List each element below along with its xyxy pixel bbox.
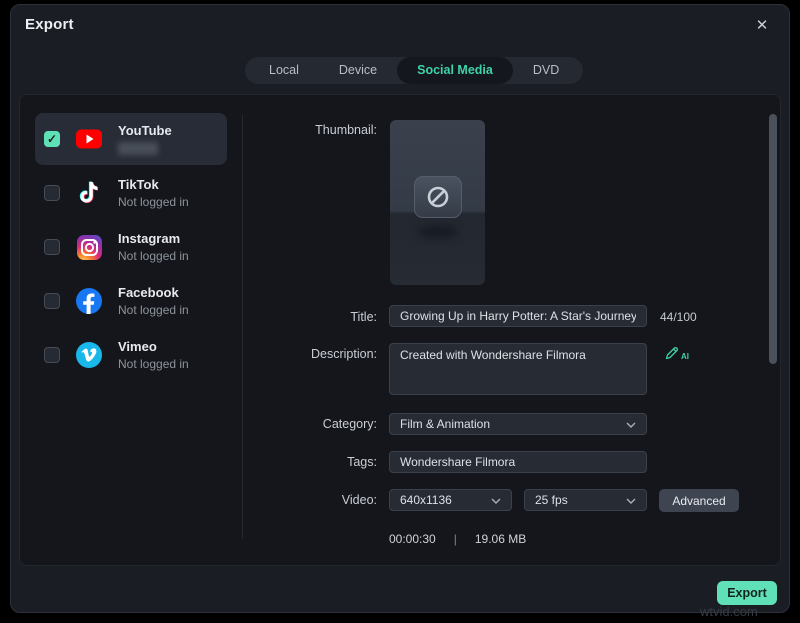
tags-label: Tags: [250, 455, 377, 469]
video-label: Video: [250, 493, 377, 507]
platform-status: Not logged in [118, 303, 189, 318]
platform-row-youtube[interactable]: ✓ YouTube [35, 113, 227, 165]
scrollbar-thumb[interactable] [769, 114, 777, 364]
vimeo-icon [75, 341, 103, 369]
platform-row-tiktok[interactable]: TikTok Not logged in [35, 167, 227, 219]
export-button[interactable]: Export [717, 581, 777, 605]
platform-status: Not logged in [118, 357, 189, 372]
tags-input[interactable] [389, 451, 647, 473]
chevron-down-icon [626, 493, 636, 507]
vimeo-checkbox[interactable] [44, 347, 60, 363]
youtube-username-blurred [118, 142, 158, 155]
title-char-counter: 44/100 [660, 310, 697, 324]
title-input[interactable] [389, 305, 647, 327]
platform-name: YouTube [118, 123, 172, 139]
advanced-button[interactable]: Advanced [659, 489, 739, 512]
close-icon[interactable]: ✕ [751, 15, 773, 37]
tab-local[interactable]: Local [249, 57, 319, 84]
platform-name: Facebook [118, 285, 189, 301]
no-thumbnail-icon [414, 176, 462, 218]
category-value: Film & Animation [400, 417, 490, 431]
youtube-checkbox[interactable]: ✓ [44, 131, 60, 147]
dialog-title: Export [25, 16, 74, 33]
duration-value: 00:00:30 [389, 532, 436, 546]
filesize-value: 19.06 MB [475, 532, 526, 546]
description-label: Description: [250, 347, 377, 361]
platform-row-instagram[interactable]: Instagram Not logged in [35, 221, 227, 273]
category-label: Category: [250, 417, 377, 431]
thumbnail-label: Thumbnail: [250, 123, 377, 137]
thumbnail-preview[interactable] [390, 120, 485, 285]
output-info: 00:00:30 | 19.06 MB [389, 532, 526, 546]
instagram-checkbox[interactable] [44, 239, 60, 255]
tiktok-icon [75, 179, 103, 207]
resolution-select[interactable]: 640x1136 [389, 489, 512, 511]
platform-row-facebook[interactable]: Facebook Not logged in [35, 275, 227, 327]
category-select[interactable]: Film & Animation [389, 413, 647, 435]
info-separator: | [454, 532, 457, 546]
panel-divider [242, 115, 243, 539]
instagram-icon [75, 233, 103, 261]
platform-name: TikTok [118, 177, 189, 193]
tab-dvd[interactable]: DVD [513, 57, 579, 84]
tab-social-media[interactable]: Social Media [397, 57, 513, 84]
watermark-text: wtvid.com [700, 604, 758, 619]
ai-badge-text: AI [681, 352, 689, 361]
thumbnail-reflection [418, 225, 458, 239]
chevron-down-icon [491, 493, 501, 507]
platform-status: Not logged in [118, 195, 189, 210]
platform-name: Vimeo [118, 339, 189, 355]
platform-row-vimeo[interactable]: Vimeo Not logged in [35, 329, 227, 381]
ai-edit-icon[interactable]: AI [664, 345, 689, 361]
fps-select[interactable]: 25 fps [524, 489, 647, 511]
resolution-value: 640x1136 [400, 493, 452, 507]
facebook-checkbox[interactable] [44, 293, 60, 309]
tiktok-checkbox[interactable] [44, 185, 60, 201]
fps-value: 25 fps [535, 493, 568, 507]
export-target-tabs: Local Device Social Media DVD [245, 57, 583, 84]
chevron-down-icon [626, 417, 636, 431]
tab-device[interactable]: Device [319, 57, 397, 84]
description-textarea[interactable]: Created with Wondershare Filmora [389, 343, 647, 395]
youtube-icon [75, 125, 103, 153]
title-label: Title: [250, 310, 377, 324]
facebook-icon [75, 287, 103, 315]
social-media-panel: ✓ YouTube TikTok Not logged in [19, 94, 781, 566]
platform-status: Not logged in [118, 249, 189, 264]
export-dialog: Export ✕ Local Device Social Media DVD ✓… [10, 4, 790, 613]
platform-name: Instagram [118, 231, 189, 247]
